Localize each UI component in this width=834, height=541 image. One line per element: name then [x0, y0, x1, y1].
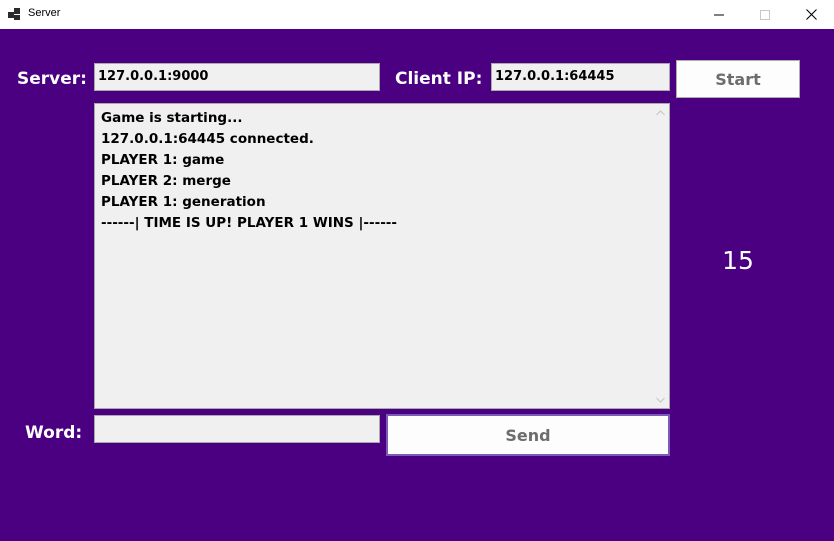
title-bar[interactable]: Server	[0, 0, 834, 29]
chevron-up-icon	[656, 109, 665, 115]
maximize-icon	[760, 9, 770, 20]
log-line: PLAYER 2: merge	[101, 173, 231, 189]
word-input[interactable]	[94, 415, 380, 443]
log-line: PLAYER 1: generation	[101, 194, 266, 210]
countdown-timer: 15	[722, 246, 754, 275]
scroll-down-arrow[interactable]	[652, 391, 669, 408]
server-address-input[interactable]: 127.0.0.1:9000	[94, 63, 380, 91]
close-icon	[805, 9, 817, 20]
scroll-up-arrow[interactable]	[652, 104, 669, 121]
chevron-down-icon	[656, 397, 665, 403]
log-line: 127.0.0.1:64445 connected.	[101, 131, 314, 147]
game-log-textarea[interactable]: Game is starting... 127.0.0.1:64445 conne…	[94, 103, 670, 409]
word-label: Word:	[25, 423, 83, 443]
window-client-area: Server: 127.0.0.1:9000 Client IP: 127.0.…	[0, 29, 834, 541]
log-line: Game is starting...	[101, 110, 243, 126]
log-line: PLAYER 1: game	[101, 152, 225, 168]
close-button[interactable]	[788, 0, 834, 29]
game-log-lines: Game is starting... 127.0.0.1:64445 conne…	[101, 108, 649, 234]
send-button-label: Send	[505, 425, 551, 445]
server-label: Server:	[17, 69, 87, 89]
minimize-button[interactable]	[696, 0, 742, 29]
minimize-icon	[714, 14, 724, 15]
start-button-label: Start	[715, 69, 761, 89]
maximize-button[interactable]	[742, 0, 788, 29]
log-line: ------| TIME IS UP! PLAYER 1 WINS |-----…	[101, 215, 398, 231]
window-title: Server	[28, 7, 61, 19]
client-ip-label: Client IP:	[395, 69, 483, 89]
send-button[interactable]: Send	[386, 414, 670, 456]
client-ip-input[interactable]: 127.0.0.1:64445	[491, 63, 670, 91]
log-scrollbar[interactable]	[652, 104, 669, 408]
app-icon	[8, 8, 20, 20]
start-button[interactable]: Start	[676, 60, 800, 98]
